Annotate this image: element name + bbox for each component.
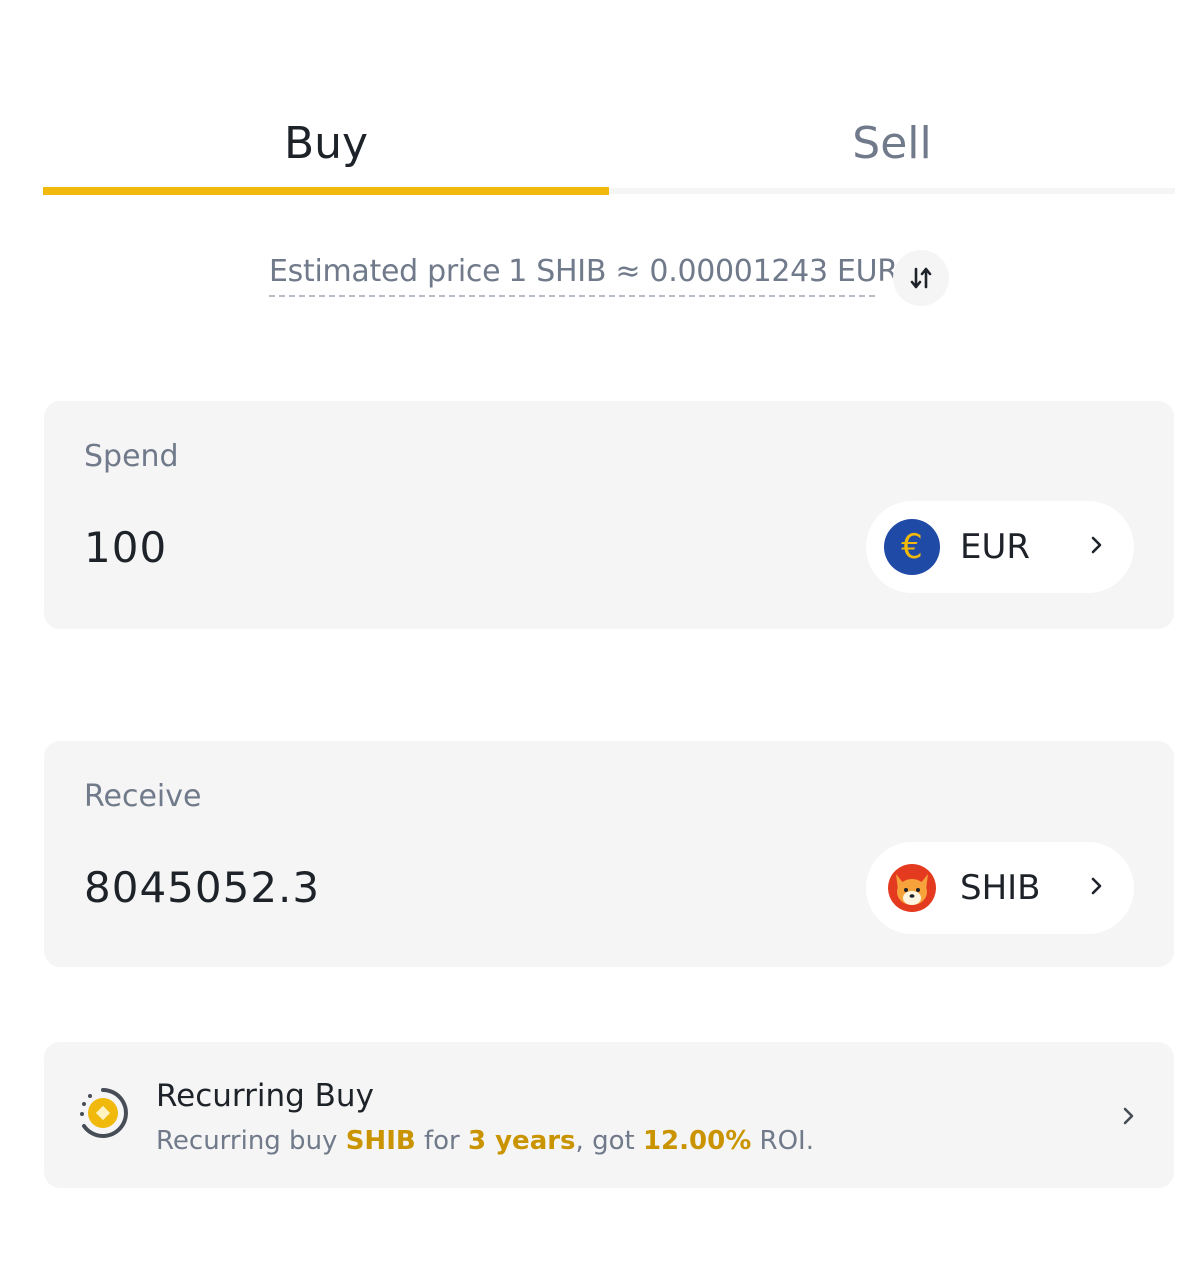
chevron-right-icon xyxy=(1091,536,1102,554)
receive-card: Receive SHIB xyxy=(44,741,1174,967)
estimated-price-row: Estimated price 1 SHIB ≈ 0.00001243 EUR xyxy=(0,250,1200,310)
receive-currency-label: SHIB xyxy=(960,868,1041,908)
swap-arrows-icon xyxy=(910,267,932,289)
spend-label: Spend xyxy=(84,439,179,474)
buy-sell-tabs: Buy Sell xyxy=(43,95,1175,197)
receive-amount-input[interactable] xyxy=(84,863,684,912)
estimated-price-value: 1 SHIB ≈ 0.00001243 EUR xyxy=(508,254,898,289)
recurring-desc-prefix: Recurring buy xyxy=(156,1126,346,1156)
spend-card: Spend € EUR xyxy=(44,401,1174,629)
receive-currency-selector[interactable]: SHIB xyxy=(866,842,1134,934)
tab-buy[interactable]: Buy xyxy=(43,95,609,191)
shiba-inu-coin-icon xyxy=(888,864,936,912)
recurring-desc-roi: 12.00% xyxy=(642,1126,752,1156)
spend-currency-label: EUR xyxy=(960,527,1030,567)
estimated-price[interactable]: Estimated price 1 SHIB ≈ 0.00001243 EUR xyxy=(269,254,898,297)
tab-sell[interactable]: Sell xyxy=(609,95,1175,191)
euro-symbol: € xyxy=(901,527,923,567)
recurring-coin-icon xyxy=(80,1088,128,1138)
recurring-buy-card[interactable]: Recurring Buy Recurring buy SHIB for 3 y… xyxy=(44,1042,1174,1188)
estimated-price-label: Estimated price xyxy=(269,254,501,289)
buy-sell-widget: Buy Sell Estimated price 1 SHIB ≈ 0.00001… xyxy=(0,0,1200,1287)
euro-coin-icon: € xyxy=(884,519,940,575)
recurring-buy-description: Recurring buy SHIB for 3 years, got 12.0… xyxy=(156,1126,814,1156)
recurring-desc-coin: SHIB xyxy=(345,1126,416,1156)
recurring-buy-title: Recurring Buy xyxy=(156,1078,374,1114)
spend-currency-selector[interactable]: € EUR xyxy=(866,501,1134,593)
recurring-desc-suffix: ROI. xyxy=(751,1126,814,1156)
receive-label: Receive xyxy=(84,779,202,814)
recurring-desc-for: for xyxy=(415,1126,468,1156)
chevron-right-icon xyxy=(1123,1107,1134,1125)
recurring-desc-duration: 3 years xyxy=(467,1126,576,1156)
swap-price-direction-button[interactable] xyxy=(893,250,949,306)
spend-amount-input[interactable] xyxy=(84,523,684,572)
chevron-right-icon xyxy=(1091,877,1102,895)
recurring-desc-got: , got xyxy=(575,1126,643,1156)
